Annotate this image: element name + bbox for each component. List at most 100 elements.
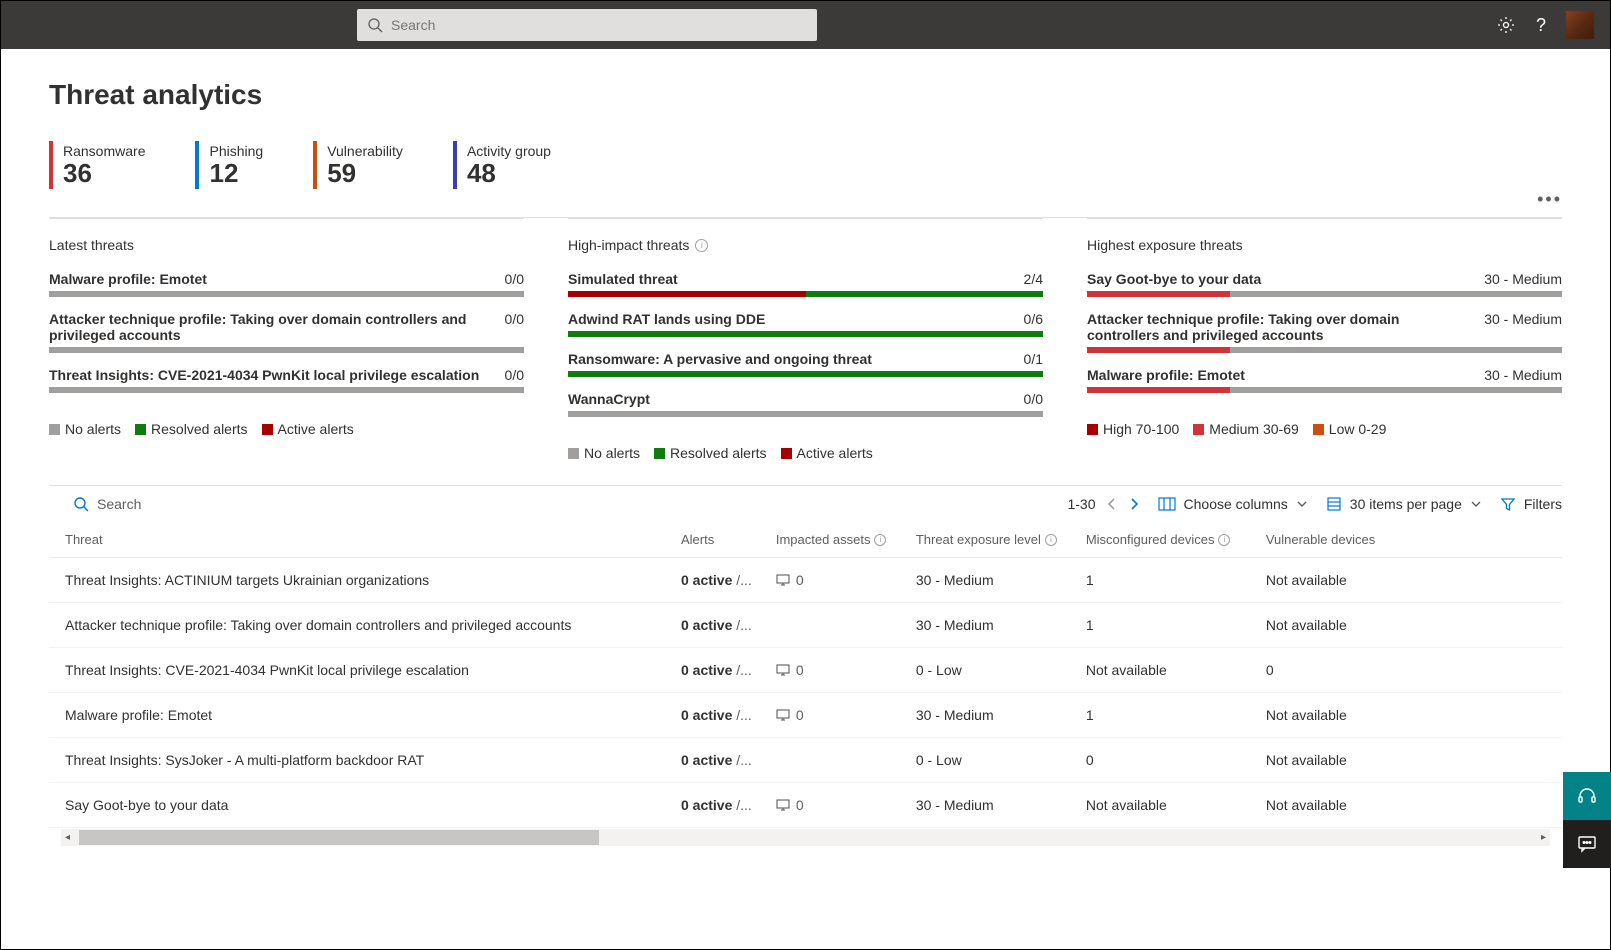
cell-alerts: 0 active /... (669, 738, 764, 783)
legend-item: High 70-100 (1087, 421, 1179, 437)
threat-item[interactable]: WannaCrypt 0/0 (568, 391, 1043, 417)
panel-legend: No alertsResolved alertsActive alerts (49, 421, 524, 437)
stat-value: 48 (467, 159, 551, 188)
threat-name: Adwind RAT lands using DDE (568, 311, 1012, 327)
threat-item[interactable]: Attacker technique profile: Taking over … (49, 311, 524, 353)
legend-item: Active alerts (781, 445, 873, 461)
stat-card[interactable]: Activity group 48 (453, 141, 551, 189)
stat-color-bar (49, 141, 53, 189)
table-scroll[interactable]: ThreatAlertsImpacted assetsiThreat expos… (49, 522, 1562, 829)
column-header[interactable]: Impacted assetsi (764, 522, 904, 558)
cell-misconfigured: Not available (1074, 783, 1254, 828)
column-header[interactable]: Alerts (669, 522, 764, 558)
stats-row: Ransomware 36 Phishing 12 Vulnerability … (49, 141, 1562, 189)
cell-assets: 0 (764, 783, 904, 828)
cell-threat: Threat Insights: SysJoker - A multi-plat… (49, 738, 669, 783)
cell-vulnerable: Not available (1254, 693, 1562, 738)
stat-card[interactable]: Vulnerability 59 (313, 141, 403, 189)
threat-name: Malware profile: Emotet (1087, 367, 1472, 383)
cell-alerts: 0 active /... (669, 648, 764, 693)
cell-threat: Threat Insights: ACTINIUM targets Ukrain… (49, 558, 669, 603)
threat-item[interactable]: Ransomware: A pervasive and ongoing thre… (568, 351, 1043, 377)
threat-value: 0/0 (1024, 391, 1043, 407)
cell-assets: 0 (764, 693, 904, 738)
stat-card[interactable]: Ransomware 36 (49, 141, 145, 189)
threat-item[interactable]: Malware profile: Emotet 0/0 (49, 271, 524, 297)
threat-item[interactable]: Malware profile: Emotet 30 - Medium (1087, 367, 1562, 393)
threat-item[interactable]: Say Goot-bye to your data 30 - Medium (1087, 271, 1562, 297)
info-icon[interactable]: i (1218, 534, 1230, 546)
cell-vulnerable: Not available (1254, 738, 1562, 783)
cell-vulnerable: Not available (1254, 603, 1562, 648)
legend-item: Resolved alerts (654, 445, 767, 461)
column-header[interactable]: Misconfigured devicesi (1074, 522, 1254, 558)
table-row[interactable]: Malware profile: Emotet 0 active /... 0 … (49, 693, 1562, 738)
filters-button[interactable]: Filters (1500, 496, 1562, 512)
info-icon[interactable]: i (874, 534, 886, 546)
impacted-assets: 0 (776, 572, 892, 588)
threat-name: Attacker technique profile: Taking over … (49, 311, 493, 343)
cell-exposure: 0 - Low (904, 648, 1074, 693)
cell-exposure: 30 - Medium (904, 693, 1074, 738)
settings-icon[interactable] (1496, 15, 1516, 35)
global-search[interactable] (357, 9, 817, 41)
threat-bar (568, 331, 1043, 337)
avatar[interactable] (1566, 11, 1594, 39)
threat-item[interactable]: Adwind RAT lands using DDE 0/6 (568, 311, 1043, 337)
threat-item[interactable]: Attacker technique profile: Taking over … (1087, 311, 1562, 353)
table-row[interactable]: Attacker technique profile: Taking over … (49, 603, 1562, 648)
cell-alerts: 0 active /... (669, 693, 764, 738)
cell-alerts: 0 active /... (669, 558, 764, 603)
cell-vulnerable: Not available (1254, 558, 1562, 603)
threat-item[interactable]: Simulated threat 2/4 (568, 271, 1043, 297)
feedback-headset-button[interactable] (1563, 772, 1611, 820)
panel-title: Latest threats (49, 237, 134, 253)
panel-legend: No alerts Resolved alerts Active alerts (568, 445, 1043, 461)
threat-value: 30 - Medium (1484, 271, 1562, 287)
table-row[interactable]: Say Goot-bye to your data 0 active /... … (49, 783, 1562, 828)
column-header[interactable]: Vulnerable devices (1254, 522, 1562, 558)
app-header: ? (1, 1, 1610, 49)
cell-threat: Threat Insights: CVE-2021-4034 PwnKit lo… (49, 648, 669, 693)
threats-table: ThreatAlertsImpacted assetsiThreat expos… (49, 522, 1562, 828)
items-per-page-label: 30 items per page (1350, 496, 1462, 512)
table-search[interactable]: Search (73, 496, 141, 512)
pager: 1-30 (1067, 496, 1139, 512)
chevron-down-icon (1470, 498, 1482, 510)
feedback-chat-button[interactable] (1563, 820, 1611, 868)
list-icon (1326, 496, 1342, 512)
threat-value: 30 - Medium (1484, 367, 1562, 383)
pager-next[interactable] (1128, 498, 1140, 510)
impacted-assets: 0 (776, 797, 892, 813)
items-per-page[interactable]: 30 items per page (1326, 496, 1482, 512)
filter-icon (1500, 496, 1516, 512)
table-row[interactable]: Threat Insights: SysJoker - A multi-plat… (49, 738, 1562, 783)
threat-value: 0/0 (505, 271, 524, 287)
threat-name: Ransomware: A pervasive and ongoing thre… (568, 351, 1012, 367)
more-button[interactable]: ••• (1537, 189, 1562, 210)
table-search-label: Search (97, 496, 141, 512)
column-header[interactable]: Threat (49, 522, 669, 558)
legend-item: Low 0-29 (1313, 421, 1387, 437)
pager-prev[interactable] (1106, 498, 1118, 510)
horizontal-scrollbar[interactable]: ◂ ▸ (61, 829, 1550, 846)
column-header[interactable]: Threat exposure leveli (904, 522, 1074, 558)
info-icon[interactable]: i (1045, 534, 1057, 546)
threat-bar (568, 371, 1043, 377)
stat-card[interactable]: Phishing 12 (195, 141, 263, 189)
cell-threat: Malware profile: Emotet (49, 693, 669, 738)
threat-value: 0/6 (1024, 311, 1043, 327)
legend-item: No alerts (568, 445, 640, 461)
info-icon[interactable]: i (695, 239, 708, 252)
global-search-input[interactable] (391, 17, 807, 33)
help-icon[interactable]: ? (1536, 15, 1546, 36)
threat-item[interactable]: Threat Insights: CVE-2021-4034 PwnKit lo… (49, 367, 524, 393)
table-row[interactable]: Threat Insights: ACTINIUM targets Ukrain… (49, 558, 1562, 603)
impacted-assets: 0 (776, 662, 892, 678)
filters-label: Filters (1524, 496, 1562, 512)
threat-bar (568, 411, 1043, 417)
table-row[interactable]: Threat Insights: CVE-2021-4034 PwnKit lo… (49, 648, 1562, 693)
impacted-assets: 0 (776, 707, 892, 723)
choose-columns[interactable]: Choose columns (1158, 496, 1308, 512)
threat-name: WannaCrypt (568, 391, 1012, 407)
